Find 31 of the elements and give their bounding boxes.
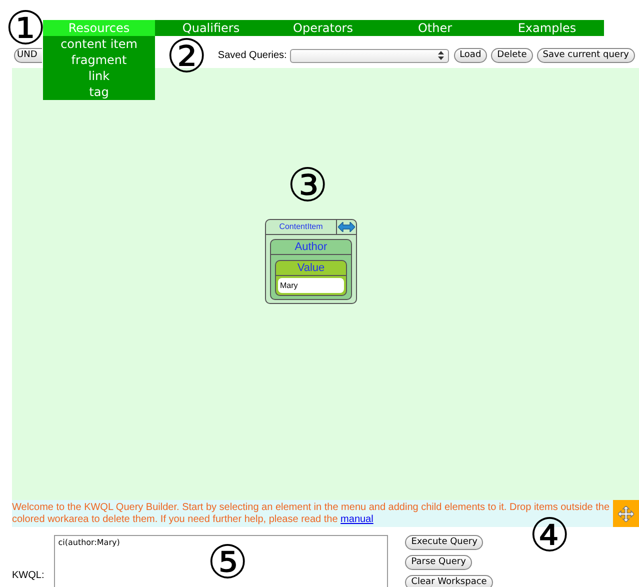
- move-icon[interactable]: [613, 500, 639, 527]
- double-arrow-icon[interactable]: [338, 222, 355, 232]
- action-button[interactable]: Parse Query: [405, 555, 472, 570]
- value-block[interactable]: Value Mary: [275, 260, 347, 296]
- block-title: ContentItem: [266, 220, 337, 234]
- value-field[interactable]: Mary: [278, 278, 344, 293]
- query-button[interactable]: Load: [454, 48, 488, 63]
- callout-number: ③: [287, 162, 328, 208]
- menu-item[interactable]: link: [43, 68, 155, 84]
- undo-button[interactable]: UND: [14, 48, 42, 63]
- menu-tab[interactable]: Examples: [491, 20, 603, 36]
- manual-link[interactable]: manual: [340, 514, 374, 525]
- select-arrows-icon: [438, 51, 444, 60]
- kwql-label: KWQL:: [12, 570, 44, 583]
- callout-number: ②: [166, 33, 208, 79]
- menu-tab[interactable]: Other: [379, 20, 491, 36]
- saved-queries-label: Saved Queries:: [218, 50, 287, 61]
- query-button[interactable]: Delete: [491, 48, 533, 63]
- callout-number: ⑤: [207, 539, 248, 585]
- menu-tab[interactable]: Operators: [267, 20, 379, 36]
- menu-item[interactable]: fragment: [43, 52, 155, 68]
- content-item-block[interactable]: ContentItem Author Value Mary: [265, 219, 357, 304]
- block-title: Author: [271, 240, 351, 255]
- author-block[interactable]: Author Value Mary: [270, 239, 352, 300]
- action-button[interactable]: Clear Workspace: [405, 575, 493, 587]
- saved-queries-select[interactable]: [290, 48, 449, 62]
- action-button[interactable]: Execute Query: [405, 535, 484, 550]
- query-button[interactable]: Save current query: [536, 48, 635, 63]
- menu-tab[interactable]: Qualifiers: [155, 20, 267, 36]
- block-title: Value: [276, 261, 346, 276]
- menu-item[interactable]: tag: [43, 84, 155, 100]
